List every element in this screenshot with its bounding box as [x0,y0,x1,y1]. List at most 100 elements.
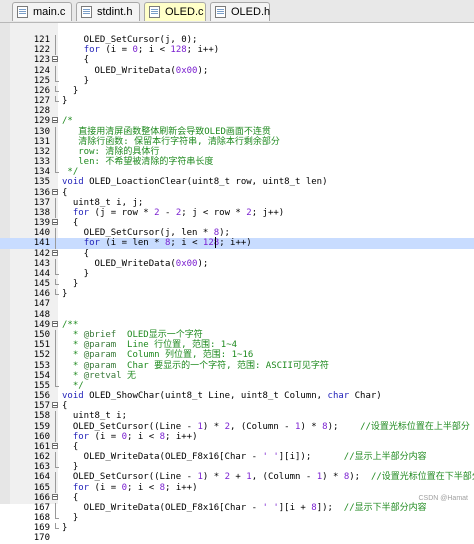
fold-toggle-icon[interactable] [52,116,58,126]
code-line[interactable]: 142 { [0,249,474,259]
fold-toggle-icon[interactable] [52,188,58,198]
code-line[interactable]: 149/** [0,320,474,330]
code-token [62,483,73,493]
code-line[interactable]: 128 [0,106,474,116]
code-line[interactable]: 125 } [0,76,474,86]
code-line[interactable]: 141 for (i = len * 8; i < 128; i++) [0,238,474,248]
tab-oled-h[interactable]: OLED.h [210,2,270,21]
code-line[interactable]: 154 * @retval 无 [0,371,474,381]
code-line[interactable]: 157{ [0,401,474,411]
code-line[interactable]: 123 { [0,55,474,65]
code-token: { [62,442,78,452]
code-token: 直接用清屏函数整体刷新会导致OLED画面不连贯 [62,127,271,137]
code-line[interactable]: 143 OLED_WriteData(0x00); [0,259,474,269]
code-token: ; j < row * [181,208,246,218]
code-line[interactable]: 146} [0,289,474,299]
code-line[interactable]: 161 { [0,442,474,452]
fold-toggle-icon[interactable] [52,401,58,411]
code-token: ][i]); [279,452,344,462]
code-line[interactable]: 150 * @brief OLED显示一个字符 [0,330,474,340]
code-token: (i = [89,432,122,442]
code-line[interactable]: 132 row: 清除的具体行 [0,147,474,157]
code-line[interactable]: 155 */ [0,381,474,391]
code-editor[interactable]: 121 OLED_SetCursor(j, 0);122 for (i = 0;… [0,35,474,544]
code-text: for (i = 0; i < 8; i++) [62,432,198,442]
code-token: + [230,472,246,482]
code-token: ; i < [127,483,160,493]
code-line[interactable]: 152 * @param Column 列位置, 范围: 1~16 [0,350,474,360]
line-number: 145 [0,279,50,289]
code-line[interactable]: 145 } [0,279,474,289]
code-line[interactable]: 129/* [0,116,474,126]
code-line[interactable]: 160 for (i = 0; i < 8; i++) [0,432,474,442]
code-token: 0x00 [176,259,198,269]
code-token: ][i + [279,503,312,513]
line-number: 164 [0,472,50,482]
code-line[interactable]: 169} [0,523,474,533]
code-line[interactable]: 130 直接用清屏函数整体刷新会导致OLED画面不连贯 [0,127,474,137]
code-line[interactable]: 124 OLED_WriteData(0x00); [0,66,474,76]
code-line[interactable]: 137 uint8_t i, j; [0,198,474,208]
line-number: 132 [0,147,50,157]
code-line[interactable]: 148 [0,310,474,320]
code-line[interactable]: 133 len: 不希望被清除的字符串长度 [0,157,474,167]
fold-toggle-icon[interactable] [52,249,58,259]
code-token: ; i++) [219,238,252,248]
code-line[interactable]: 166 { [0,493,474,503]
code-line[interactable]: 138 for (j = row * 2 - 2; j < row * 2; j… [0,208,474,218]
code-text: * @retval 无 [62,371,136,381]
code-token: } [62,76,89,86]
code-line[interactable]: 164 OLED_SetCursor((Line - 1) * 2 + 1, (… [0,472,474,482]
code-token: ; i < [170,238,203,248]
fold-toggle-icon[interactable] [52,320,58,330]
code-text: for (j = row * 2 - 2; j < row * 2; j++) [62,208,284,218]
code-line[interactable]: 159 OLED_SetCursor((Line - 1) * 2, (Colu… [0,422,474,432]
code-token: ); [219,228,230,238]
line-number: 150 [0,330,50,340]
code-line[interactable]: 165 for (i = 0; i < 8; i++) [0,483,474,493]
code-line[interactable]: 121 OLED_SetCursor(j, 0); [0,35,474,45]
fold-toggle-icon[interactable] [52,218,58,228]
fold-toggle-icon[interactable] [52,442,58,452]
code-line[interactable]: 135void OLED_LoactionClear(uint8_t row, … [0,177,474,187]
line-number: 146 [0,289,50,299]
code-line[interactable]: 122 for (i = 0; i < 128; i++) [0,45,474,55]
code-line[interactable]: 140 OLED_SetCursor(j, len * 8); [0,228,474,238]
code-line[interactable]: 162 OLED_WriteData(OLED_F8x16[Char - ' '… [0,452,474,462]
code-line[interactable]: 156void OLED_ShowChar(uint8_t Line, uint… [0,391,474,401]
code-token: , (Column - [252,472,317,482]
code-line[interactable]: 126 } [0,86,474,96]
line-number: 165 [0,483,50,493]
code-line[interactable]: 127} [0,96,474,106]
fold-guide [52,472,58,482]
fold-toggle-icon[interactable] [52,493,58,503]
code-token: { [62,493,78,503]
code-line[interactable]: 131 清除行函数: 保留本行字符串, 清除本行剩余部分 [0,137,474,147]
code-line[interactable]: 170 [0,533,474,543]
code-line[interactable]: 136{ [0,188,474,198]
line-number: 149 [0,320,50,330]
code-token: { [62,218,78,228]
line-number: 134 [0,167,50,177]
code-line[interactable]: 144 } [0,269,474,279]
code-token: OLED_WriteData(OLED_F8x16[Char - [62,503,262,513]
tab-oled-c[interactable]: OLED.c [144,2,206,21]
code-line[interactable]: 158 uint8_t i; [0,411,474,421]
code-line[interactable]: 163 } [0,462,474,472]
code-line[interactable]: 167 OLED_WriteData(OLED_F8x16[Char - ' '… [0,503,474,513]
code-line[interactable]: 134 */ [0,167,474,177]
code-line[interactable]: 147 [0,299,474,309]
code-token: char [328,391,350,401]
code-token: ) * [322,472,344,482]
code-token: */ [62,381,84,391]
code-token: 128 [203,238,219,248]
code-token: @param [84,361,117,371]
code-line[interactable]: 168 } [0,513,474,523]
code-line[interactable]: 153 * @param Char 要显示的一个字符, 范围: ASCII可见字… [0,361,474,371]
tab-main-c[interactable]: main.c [12,2,72,21]
code-line[interactable]: 151 * @param Line 行位置, 范围: 1~4 [0,340,474,350]
fold-toggle-icon[interactable] [52,55,58,65]
tab-stdint-h[interactable]: stdint.h [76,2,140,21]
code-line[interactable]: 139 { [0,218,474,228]
code-text: { [62,442,78,452]
